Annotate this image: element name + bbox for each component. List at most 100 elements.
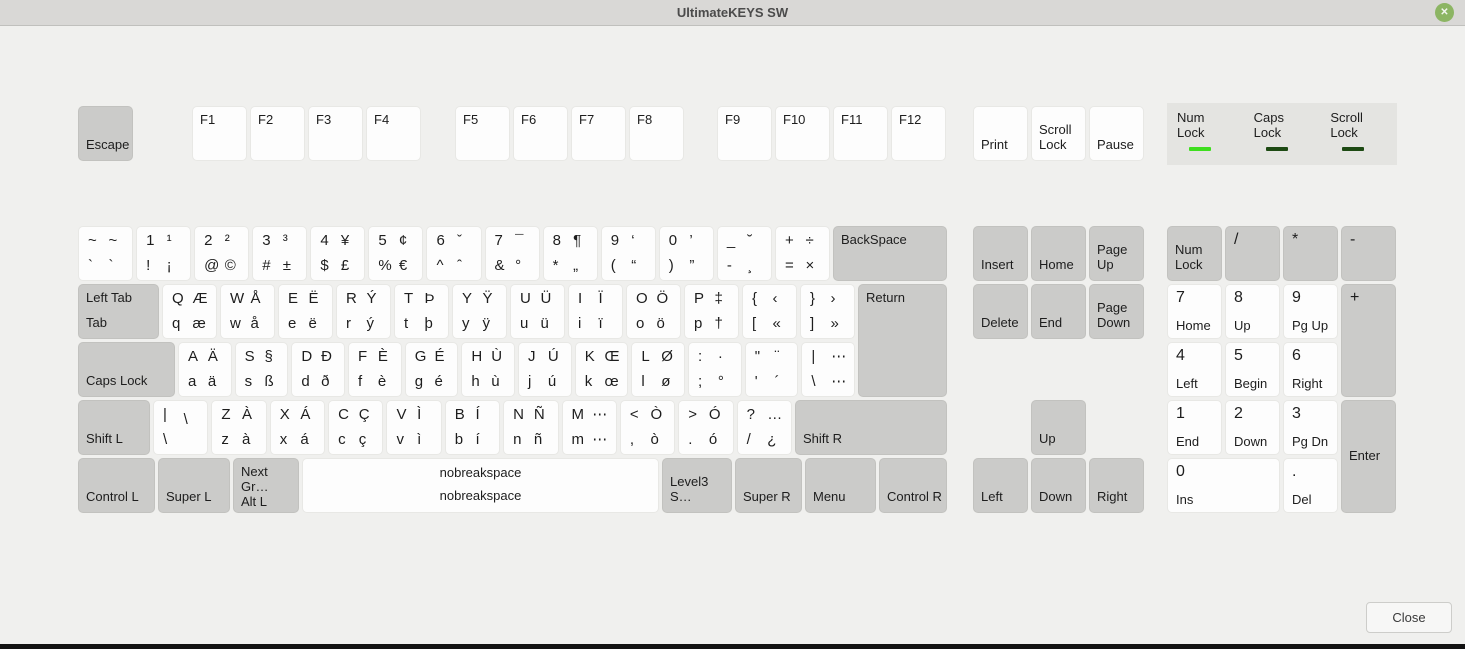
key-period[interactable]: >Ó.ó <box>678 400 733 455</box>
key-num-lock[interactable]: Num Lock <box>1167 226 1222 281</box>
key-kp-4[interactable]: 4Left <box>1167 342 1222 397</box>
key-j[interactable]: JÚjú <box>518 342 572 397</box>
key-right[interactable]: Right <box>1089 458 1144 513</box>
key-control-l[interactable]: Control L <box>78 458 155 513</box>
key-5[interactable]: 5¢%€ <box>368 226 423 281</box>
key-pause[interactable]: Pause <box>1089 106 1144 161</box>
key-f12[interactable]: F12 <box>891 106 946 161</box>
key-kp-1[interactable]: 1End <box>1167 400 1222 455</box>
key-backspace[interactable]: BackSpace <box>833 226 947 281</box>
key-z[interactable]: ZÀzà <box>211 400 266 455</box>
key-left[interactable]: Left <box>973 458 1028 513</box>
key-alt-l[interactable]: Next Gr…Alt L <box>233 458 299 513</box>
key-bracket-right[interactable]: }›]» <box>800 284 855 339</box>
key-semicolon[interactable]: :·;° <box>688 342 742 397</box>
key-d[interactable]: DÐdð <box>291 342 345 397</box>
close-button[interactable]: Close <box>1366 602 1452 633</box>
key-home[interactable]: Home <box>1031 226 1086 281</box>
key-102nd[interactable]: |\\ <box>153 400 208 455</box>
key-f2[interactable]: F2 <box>250 106 305 161</box>
key-9[interactable]: 9‘(“ <box>601 226 656 281</box>
key-menu[interactable]: Menu <box>805 458 876 513</box>
key-insert[interactable]: Insert <box>973 226 1028 281</box>
key-space[interactable]: nobreakspacenobreakspace <box>302 458 659 513</box>
key-return[interactable]: Return <box>858 284 947 397</box>
key-1[interactable]: 1¹!¡ <box>136 226 191 281</box>
key-tab[interactable]: Left TabTab <box>78 284 159 339</box>
key-c[interactable]: CÇcç <box>328 400 383 455</box>
key-f8[interactable]: F8 <box>629 106 684 161</box>
key-i[interactable]: IÏiï <box>568 284 623 339</box>
key-0[interactable]: 0’)” <box>659 226 714 281</box>
key-g[interactable]: GÉgé <box>405 342 459 397</box>
key-p[interactable]: P‡p† <box>684 284 739 339</box>
key-super-r[interactable]: Super R <box>735 458 802 513</box>
key-kp-6[interactable]: 6Right <box>1283 342 1338 397</box>
key-r[interactable]: RÝrý <box>336 284 391 339</box>
key-print[interactable]: Print <box>973 106 1028 161</box>
key-page-down[interactable]: Page Down <box>1089 284 1144 339</box>
key-3[interactable]: 3³#± <box>252 226 307 281</box>
key-delete[interactable]: Delete <box>973 284 1028 339</box>
key-t[interactable]: TÞtþ <box>394 284 449 339</box>
key-f6[interactable]: F6 <box>513 106 568 161</box>
key-kp-0[interactable]: 0Ins <box>1167 458 1280 513</box>
key-w[interactable]: WÅwå <box>220 284 275 339</box>
key-m[interactable]: M⋯m⋯ <box>562 400 617 455</box>
key-o[interactable]: OÖoö <box>626 284 681 339</box>
key-caps-lock[interactable]: Caps Lock <box>78 342 175 397</box>
key-kp-subtract[interactable]: - <box>1341 226 1396 281</box>
key-page-up[interactable]: Page Up <box>1089 226 1144 281</box>
key-x[interactable]: XÁxá <box>270 400 325 455</box>
key-a[interactable]: AÄaä <box>178 342 232 397</box>
key-y[interactable]: YŸyÿ <box>452 284 507 339</box>
key-e[interactable]: EËeë <box>278 284 333 339</box>
key-kp-3[interactable]: 3Pg Dn <box>1283 400 1338 455</box>
key-up[interactable]: Up <box>1031 400 1086 455</box>
key-f3[interactable]: F3 <box>308 106 363 161</box>
key-f11[interactable]: F11 <box>833 106 888 161</box>
key-kp-8[interactable]: 8Up <box>1225 284 1280 339</box>
key-f9[interactable]: F9 <box>717 106 772 161</box>
key-control-r[interactable]: Control R <box>879 458 947 513</box>
key-f1[interactable]: F1 <box>192 106 247 161</box>
key-f4[interactable]: F4 <box>366 106 421 161</box>
key-f[interactable]: FÈfè <box>348 342 402 397</box>
key-escape[interactable]: Escape <box>78 106 133 161</box>
key-b[interactable]: BÍbí <box>445 400 500 455</box>
key-n[interactable]: NÑnñ <box>503 400 558 455</box>
key-f7[interactable]: F7 <box>571 106 626 161</box>
key-2[interactable]: 2²@© <box>194 226 249 281</box>
key-4[interactable]: 4¥$£ <box>310 226 365 281</box>
key-8[interactable]: 8¶*„ <box>543 226 598 281</box>
key-q[interactable]: QÆqæ <box>162 284 217 339</box>
key-minus[interactable]: _˘-¸ <box>717 226 772 281</box>
key-kp-5[interactable]: 5Begin <box>1225 342 1280 397</box>
key-bracket-left[interactable]: {‹[« <box>742 284 797 339</box>
key-grave[interactable]: ~~`` <box>78 226 133 281</box>
key-l[interactable]: LØlø <box>631 342 685 397</box>
key-h[interactable]: HÙhù <box>461 342 515 397</box>
key-shift-r[interactable]: Shift R <box>795 400 947 455</box>
key-shift-l[interactable]: Shift L <box>78 400 150 455</box>
key-v[interactable]: VÌvì <box>386 400 441 455</box>
key-kp-9[interactable]: 9Pg Up <box>1283 284 1338 339</box>
key-kp-2[interactable]: 2Down <box>1225 400 1280 455</box>
key-kp-7[interactable]: 7Home <box>1167 284 1222 339</box>
key-end[interactable]: End <box>1031 284 1086 339</box>
key-k[interactable]: KŒkœ <box>575 342 629 397</box>
key-backslash[interactable]: |⋯\⋯ <box>801 342 855 397</box>
key-kp-add[interactable]: + <box>1341 284 1396 397</box>
key-scroll-lock[interactable]: Scroll Lock <box>1031 106 1086 161</box>
key-down[interactable]: Down <box>1031 458 1086 513</box>
key-s[interactable]: S§sß <box>235 342 289 397</box>
key-slash[interactable]: ?…/¿ <box>737 400 792 455</box>
key-u[interactable]: UÜuü <box>510 284 565 339</box>
key-7[interactable]: 7¯&° <box>485 226 540 281</box>
key-kp-enter[interactable]: Enter <box>1341 400 1396 513</box>
key-kp-multiply[interactable]: * <box>1283 226 1338 281</box>
key-f10[interactable]: F10 <box>775 106 830 161</box>
key-kp-divide[interactable]: / <box>1225 226 1280 281</box>
key-apostrophe[interactable]: "¨'´ <box>745 342 799 397</box>
key-f5[interactable]: F5 <box>455 106 510 161</box>
